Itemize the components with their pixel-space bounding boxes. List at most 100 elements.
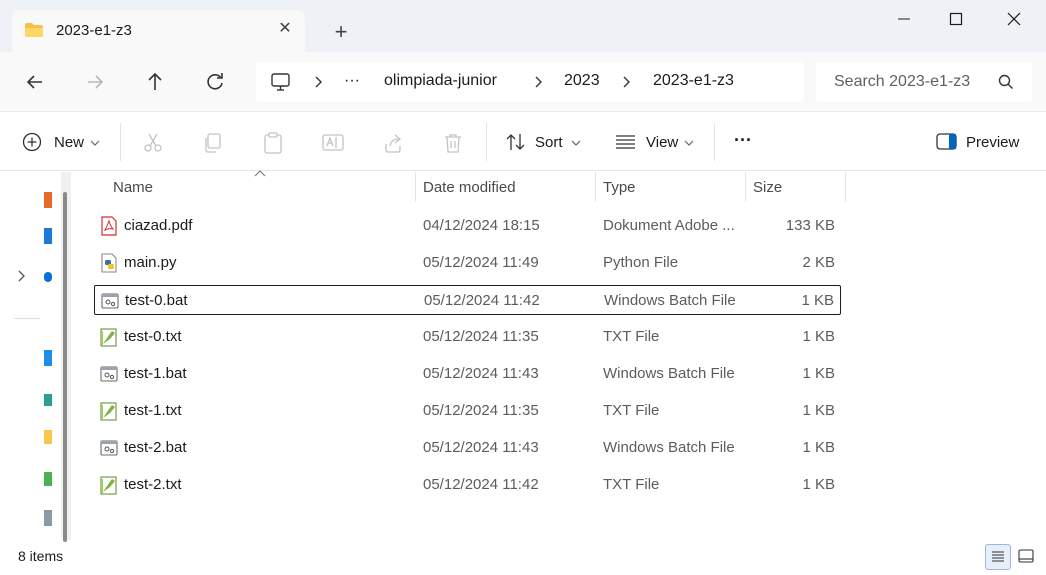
file-row[interactable]: test-2.txt 05/12/2024 11:42 TXT File 1 KB — [94, 470, 841, 500]
music-icon[interactable] — [44, 510, 52, 526]
details-view-button[interactable] — [985, 544, 1011, 570]
notepad-plus-file-icon — [100, 475, 118, 495]
file-date-modified: 05/12/2024 11:42 — [423, 476, 539, 493]
paste-icon[interactable] — [262, 131, 284, 155]
column-header-name[interactable]: Name — [94, 170, 416, 202]
folder-icon — [25, 23, 43, 37]
file-type: Python File — [603, 254, 679, 271]
new-button[interactable]: New — [22, 129, 104, 155]
file-date-modified: 04/12/2024 18:15 — [423, 217, 540, 234]
file-size: 1 KB — [802, 439, 835, 456]
breadcrumb-item-2023[interactable]: 2023 — [564, 72, 600, 90]
breadcrumb-item-olimpiada-junior[interactable]: olimpiada-junior — [384, 72, 497, 90]
file-name: test-1.txt — [124, 402, 182, 419]
arrow-up-icon — [148, 72, 162, 90]
view-button[interactable]: View — [615, 129, 697, 155]
batch-file-icon — [101, 291, 119, 311]
file-row[interactable]: test-1.bat 05/12/2024 11:43 Windows Batch … — [94, 359, 841, 389]
breadcrumb-item-2023-e1-z3[interactable]: 2023-e1-z3 — [653, 72, 734, 90]
large-icons-view-icon — [1018, 549, 1034, 563]
minimize-button[interactable] — [884, 8, 924, 30]
chevron-down-icon — [90, 140, 100, 146]
scrollbar-thumb[interactable] — [63, 192, 67, 542]
preview-pane-button[interactable]: Preview — [936, 129, 1036, 155]
chevron-right-icon[interactable] — [534, 75, 544, 89]
minimize-icon — [898, 18, 910, 20]
close-window-button[interactable] — [994, 8, 1034, 30]
more-options-button[interactable]: ··· — [734, 129, 760, 155]
toolbar-divider — [714, 123, 715, 161]
copy-icon[interactable] — [202, 132, 224, 154]
file-date-modified: 05/12/2024 11:43 — [423, 439, 539, 456]
notepad-plus-file-icon — [100, 401, 118, 421]
file-name: test-0.bat — [125, 292, 188, 309]
large-icons-view-button[interactable] — [1014, 544, 1040, 570]
batch-file-icon — [100, 364, 118, 384]
file-explorer-window: 2023-e1-z3 ✕ + ··· olimpiada-junior 2023… — [0, 0, 1046, 572]
file-row[interactable]: test-1.txt 05/12/2024 11:35 TXT File 1 KB — [94, 396, 841, 426]
file-type: Windows Batch File — [603, 439, 735, 456]
breadcrumb-overflow[interactable]: ··· — [344, 72, 360, 90]
sort-ascending-icon — [254, 170, 266, 177]
search-icon — [998, 74, 1013, 89]
rename-icon[interactable] — [322, 132, 344, 154]
onedrive-icon[interactable] — [44, 272, 52, 282]
column-header-size[interactable]: Size — [746, 172, 846, 202]
home-icon[interactable] — [44, 192, 52, 208]
forward-button[interactable] — [82, 68, 110, 96]
file-row[interactable]: test-2.bat 05/12/2024 11:43 Windows Batch … — [94, 433, 841, 463]
tab-title: 2023-e1-z3 — [56, 22, 132, 39]
up-button[interactable] — [141, 68, 169, 96]
column-divider[interactable] — [845, 172, 846, 202]
file-row[interactable]: test-0.txt 05/12/2024 11:35 TXT File 1 KB — [94, 322, 841, 352]
file-row[interactable]: test-0.bat 05/12/2024 11:42 Windows Batch … — [94, 285, 841, 315]
arrow-left-icon — [26, 75, 42, 89]
item-count: 8 items — [18, 548, 64, 564]
view-list-icon — [616, 135, 635, 149]
batch-file-icon — [100, 438, 118, 458]
chevron-right-icon[interactable] — [622, 75, 632, 89]
file-row[interactable]: main.py 05/12/2024 11:49 Python File 2 KB — [94, 248, 841, 278]
file-date-modified: 05/12/2024 11:43 — [423, 365, 539, 382]
file-row[interactable]: ciazad.pdf 04/12/2024 18:15 Dokument Adobe… — [94, 211, 841, 241]
back-button[interactable] — [22, 68, 50, 96]
delete-icon[interactable] — [442, 132, 464, 154]
file-type: Windows Batch File — [604, 292, 736, 309]
computer-icon — [271, 73, 290, 91]
file-name: test-2.txt — [124, 476, 182, 493]
new-tab-button[interactable]: + — [330, 21, 352, 44]
status-bar: 8 items — [0, 542, 1046, 572]
file-name: test-0.txt — [124, 328, 182, 345]
refresh-button[interactable] — [201, 68, 229, 96]
sort-button[interactable]: Sort — [505, 129, 585, 155]
search-box[interactable]: Search 2023-e1-z3 — [816, 62, 1032, 102]
search-input[interactable]: Search 2023-e1-z3 — [834, 73, 992, 91]
details-view-icon — [992, 551, 1004, 562]
file-name: test-2.bat — [124, 439, 187, 456]
gallery-icon[interactable] — [44, 228, 52, 244]
column-header-date[interactable]: Date modified — [416, 172, 595, 202]
file-size: 1 KB — [802, 328, 835, 345]
nav-divider — [14, 318, 40, 319]
downloads-icon[interactable] — [44, 394, 52, 406]
close-tab-icon[interactable]: ✕ — [276, 20, 294, 38]
file-type: TXT File — [603, 328, 660, 345]
expand-chevron-icon[interactable] — [16, 268, 28, 284]
chevron-down-icon — [684, 140, 694, 146]
share-icon[interactable] — [382, 132, 404, 154]
chevron-right-icon[interactable] — [314, 75, 324, 89]
pictures-icon[interactable] — [44, 472, 52, 486]
close-icon — [1007, 12, 1021, 26]
toolbar-divider — [486, 123, 487, 161]
cut-icon[interactable] — [142, 132, 164, 154]
file-type: TXT File — [603, 476, 660, 493]
file-size: 2 KB — [802, 254, 835, 271]
file-size: 1 KB — [802, 402, 835, 419]
tab-current-folder[interactable]: 2023-e1-z3 ✕ — [12, 10, 305, 52]
desktop-icon[interactable] — [44, 350, 52, 366]
pdf-icon — [100, 216, 118, 236]
column-header-type[interactable]: Type — [596, 172, 745, 202]
maximize-button[interactable] — [936, 8, 976, 30]
address-bar[interactable]: ··· olimpiada-junior 2023 2023-e1-z3 — [256, 62, 804, 102]
documents-icon[interactable] — [44, 430, 52, 444]
